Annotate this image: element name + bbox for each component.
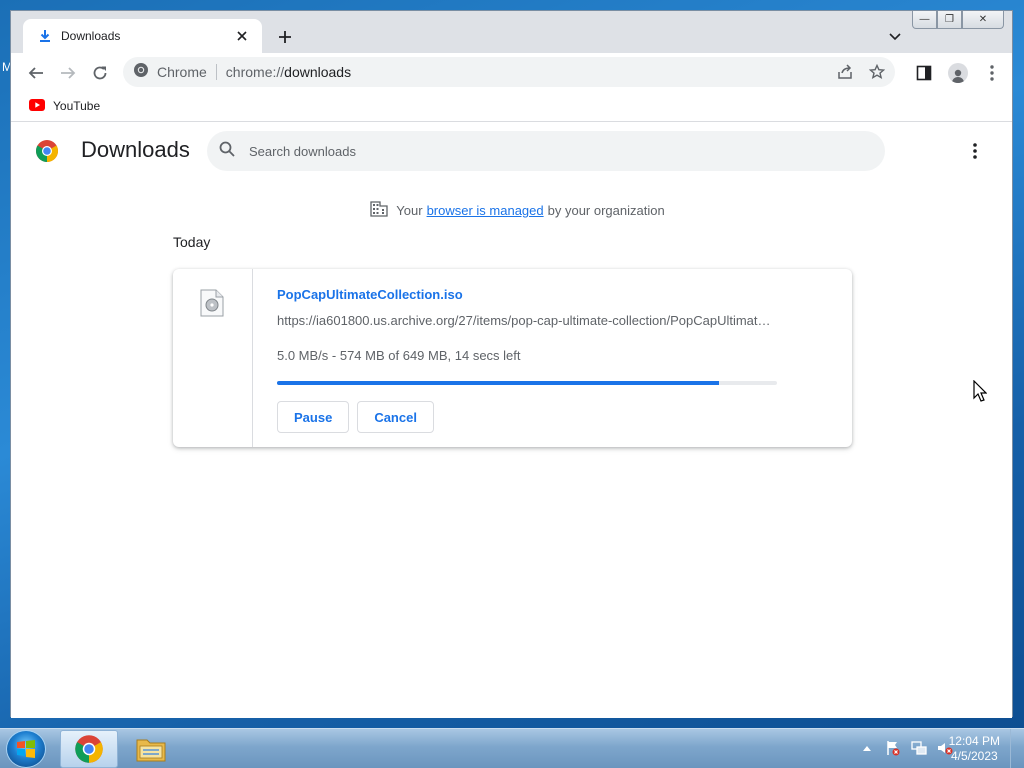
minimize-button[interactable]: — bbox=[912, 11, 937, 29]
youtube-icon bbox=[29, 98, 45, 114]
url-host: downloads bbox=[284, 64, 352, 80]
managed-link[interactable]: browser is managed bbox=[427, 203, 544, 218]
pause-button[interactable]: Pause bbox=[277, 401, 350, 433]
bookmark-youtube[interactable]: YouTube bbox=[29, 98, 101, 114]
window-controls: — ❐ ✕ bbox=[912, 11, 1004, 29]
chrome-logo bbox=[35, 139, 59, 168]
kebab-icon[interactable] bbox=[979, 60, 1005, 86]
download-actions: Pause Cancel bbox=[277, 401, 777, 433]
browser-window: Downloads — ❐ ✕ Chrome chrome://download… bbox=[10, 10, 1013, 718]
bookmarks-bar: YouTube bbox=[11, 91, 1012, 122]
omnibox-separator bbox=[215, 64, 217, 80]
managed-notice: Your browser is managed by your organiza… bbox=[11, 201, 1012, 220]
chrome-taskbar-icon[interactable] bbox=[60, 730, 118, 768]
downloads-menu-icon[interactable] bbox=[963, 139, 987, 163]
cancel-button[interactable]: Cancel bbox=[357, 401, 434, 433]
building-icon bbox=[370, 201, 388, 220]
managed-prefix: Your bbox=[396, 203, 423, 218]
taskbar-clock[interactable]: 12:04 PM 4/5/2023 bbox=[949, 734, 1000, 764]
url-text: chrome://downloads bbox=[226, 64, 351, 80]
chrome-icon bbox=[133, 62, 149, 83]
url-scheme: chrome:// bbox=[225, 64, 285, 80]
network-icon[interactable] bbox=[910, 739, 928, 757]
search-bar bbox=[207, 131, 885, 171]
toolbar: Chrome chrome://downloads bbox=[11, 53, 1012, 91]
search-input[interactable] bbox=[249, 143, 849, 159]
download-progress-bar bbox=[277, 381, 777, 385]
show-desktop-button[interactable] bbox=[1010, 729, 1024, 768]
bookmark-label: YouTube bbox=[53, 99, 101, 113]
star-icon[interactable] bbox=[867, 62, 887, 82]
tab-downloads[interactable]: Downloads bbox=[23, 19, 262, 53]
forward-icon[interactable] bbox=[55, 60, 81, 86]
managed-suffix: by your organization bbox=[547, 203, 665, 218]
download-item: PopCapUltimateCollection.iso https://ia6… bbox=[173, 269, 852, 447]
tray-arrow-icon[interactable] bbox=[858, 739, 876, 757]
date-group-label: Today bbox=[173, 234, 211, 250]
clock-time: 12:04 PM bbox=[948, 734, 1000, 748]
file-icon bbox=[200, 289, 224, 322]
downloads-header: Downloads bbox=[11, 123, 1012, 179]
downloads-page: Downloads Your browser is managed by you… bbox=[11, 123, 1012, 718]
taskbar: 12:04 PM 4/5/2023 bbox=[0, 728, 1024, 768]
page-title: Downloads bbox=[81, 137, 190, 162]
source-url-link[interactable]: https://ia601800.us.archive.org/27/items… bbox=[277, 313, 777, 328]
close-button[interactable]: ✕ bbox=[962, 11, 1004, 29]
back-icon[interactable] bbox=[23, 60, 49, 86]
windows-start-icon[interactable] bbox=[6, 730, 46, 768]
explorer-icon[interactable] bbox=[122, 730, 180, 768]
reload-icon[interactable] bbox=[87, 60, 113, 86]
share-icon[interactable] bbox=[835, 62, 855, 82]
cursor-icon bbox=[973, 379, 988, 407]
profile-icon[interactable] bbox=[945, 60, 971, 86]
side-panel-icon[interactable] bbox=[911, 60, 937, 86]
close-icon[interactable] bbox=[232, 26, 252, 46]
system-tray bbox=[858, 739, 954, 757]
site-label: Chrome bbox=[157, 64, 207, 80]
address-bar[interactable]: Chrome chrome://downloads bbox=[123, 57, 895, 87]
download-progress-fill bbox=[277, 381, 719, 385]
download-details: PopCapUltimateCollection.iso https://ia6… bbox=[277, 287, 777, 433]
file-name-link[interactable]: PopCapUltimateCollection.iso bbox=[277, 287, 777, 302]
flag-icon[interactable] bbox=[884, 739, 902, 757]
download-icon-column bbox=[173, 269, 253, 447]
download-icon bbox=[37, 28, 53, 44]
plus-icon[interactable] bbox=[273, 25, 297, 49]
restore-button[interactable]: ❐ bbox=[937, 11, 962, 29]
search-icon bbox=[219, 141, 235, 162]
tab-title: Downloads bbox=[61, 29, 121, 43]
tab-strip: Downloads — ❐ ✕ bbox=[11, 11, 1012, 53]
download-status: 5.0 MB/s - 574 MB of 649 MB, 14 secs lef… bbox=[277, 348, 521, 363]
clock-date: 4/5/2023 bbox=[950, 749, 998, 763]
chevron-down-icon[interactable] bbox=[883, 25, 907, 49]
